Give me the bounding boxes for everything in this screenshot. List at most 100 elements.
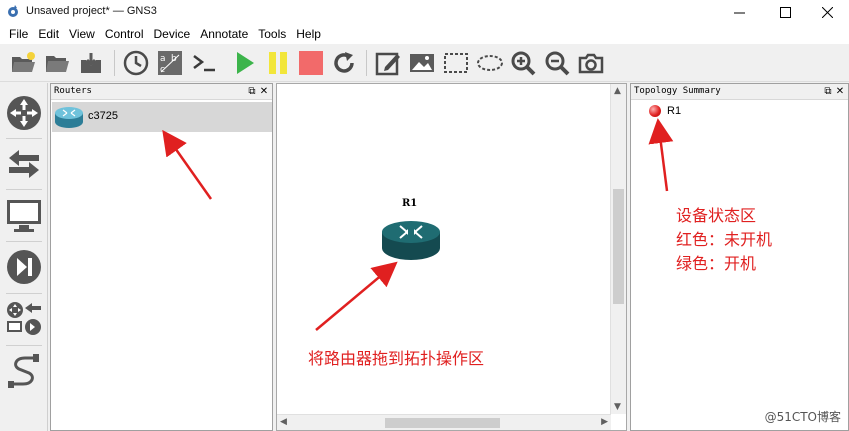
screenshot-icon [578,53,604,74]
reload-icon [334,52,354,73]
draw-rectangle-button[interactable] [441,49,471,77]
maximize-icon [779,6,791,18]
minimize-icon [733,12,745,13]
browse-end-devices-button[interactable] [4,195,44,235]
node-label: R1 [402,198,418,209]
horizontal-scroll-thumb[interactable] [385,418,500,428]
stop-icon [299,51,323,75]
start-all-button[interactable] [229,49,259,77]
menu-edit[interactable]: Edit [33,24,64,44]
zoom-out-icon [545,51,570,76]
routers-dock-title: Routers [54,86,92,96]
watermark: @51CTO博客 [764,410,841,424]
switch-category-icon [9,150,39,178]
device-bar-separator [6,293,42,294]
topology-canvas[interactable]: R1 ▲ ▼ ◀ ▶ [276,83,627,431]
gns3-window: Unsaved project* — GNS3 File Edit View C… [0,0,849,431]
canvas-horizontal-scrollbar[interactable]: ◀ ▶ [277,414,611,430]
routers-dock-header: Routers ⧉ ✕ [51,84,272,100]
topology-node-label: R1 [667,105,682,117]
dock-close-icon[interactable]: ✕ [258,85,270,98]
open-project-icon [12,52,35,72]
add-link-cable-icon [8,354,39,388]
browse-security-devices-button[interactable] [4,247,44,287]
menu-control[interactable]: Control [100,24,149,44]
add-note-icon [375,52,400,76]
open-button[interactable] [42,49,72,77]
draw-ellipse-icon [477,55,503,71]
dock-float-icon[interactable]: ⧉ [822,85,834,98]
stop-all-button[interactable] [296,49,326,77]
device-type-bar [0,83,48,431]
menu-file[interactable]: File [4,24,33,44]
toolbar-separator [366,50,367,76]
status-annotation-line: 红色：未开机 [676,230,773,249]
menu-annotate[interactable]: Annotate [195,24,253,44]
scroll-right-icon[interactable]: ▶ [601,417,608,427]
canvas-vertical-scrollbar[interactable]: ▲ ▼ [610,84,626,414]
menu-view[interactable]: View [64,24,100,44]
device-bar-separator [6,345,42,346]
menu-help[interactable]: Help [291,24,326,44]
dock-float-icon[interactable]: ⧉ [246,85,258,98]
draw-ellipse-button[interactable] [475,49,505,77]
console-all-button[interactable] [189,49,219,77]
zoom-in-button[interactable] [508,49,538,77]
topology-node-item[interactable]: R1 [649,103,681,119]
device-bar-separator [6,138,42,139]
insert-picture-button[interactable] [407,49,437,77]
router-category-icon [7,96,41,130]
show-interface-labels-icon: a b c [158,51,182,75]
all-devices-category-icon [7,302,41,335]
new-project-button[interactable] [8,49,38,77]
menu-tools[interactable]: Tools [253,24,291,44]
dock-close-icon[interactable]: ✕ [834,85,846,98]
minimize-button[interactable] [717,0,761,24]
security-device-category-icon [7,250,41,284]
close-icon [821,6,833,18]
close-button[interactable] [805,0,849,24]
zoom-out-button[interactable] [542,49,572,77]
menu-device[interactable]: Device [149,24,196,44]
zoom-in-icon [511,51,536,76]
svg-text:a: a [160,54,166,64]
add-note-button[interactable] [373,49,403,77]
scroll-down-icon[interactable]: ▼ [614,402,621,412]
maximize-button[interactable] [763,0,807,24]
main-toolbar: a b c [0,44,849,82]
gns3-logo-icon [8,5,18,17]
scroll-left-icon[interactable]: ◀ [280,417,287,427]
pause-icon [269,52,287,74]
status-annotation: 设备状态区 红色：未开机 绿色：开机 [676,204,772,276]
open-folder-icon [46,56,69,72]
device-bar-separator [6,189,42,190]
reload-all-button[interactable] [329,49,359,77]
start-icon [237,52,254,74]
browse-all-devices-button[interactable] [4,299,44,339]
status-indicator-icon [649,105,661,117]
snapshot-button[interactable] [121,49,151,77]
window-title: Unsaved project* — GNS3 [26,5,157,17]
browse-switches-button[interactable] [4,143,44,183]
topology-summary-header: Topology Summary ⧉ ✕ [631,84,848,100]
draw-rectangle-icon [444,53,468,73]
routers-dock: Routers ⧉ ✕ c3725 [50,83,273,431]
screenshot-button[interactable] [576,49,606,77]
drag-hint-annotation: 将路由器拖到拓扑操作区 [308,349,485,368]
router-template-item[interactable]: c3725 [52,102,272,132]
vertical-scroll-thumb[interactable] [613,189,624,304]
router-icon [55,107,83,128]
add-link-button[interactable] [4,351,44,391]
toolbar-separator [114,50,115,76]
suspend-all-button[interactable] [263,49,293,77]
status-annotation-line: 设备状态区 [676,206,757,225]
router-node-r1[interactable] [381,210,441,270]
status-annotation-line: 绿色：开机 [676,254,757,273]
scroll-up-icon[interactable]: ▲ [614,86,621,96]
save-button[interactable] [76,49,106,77]
insert-picture-icon [410,54,434,72]
topology-summary-title: Topology Summary [634,86,721,96]
browse-routers-button[interactable] [4,93,44,133]
show-labels-button[interactable]: a b c [155,49,185,77]
svg-text:b: b [171,54,177,64]
